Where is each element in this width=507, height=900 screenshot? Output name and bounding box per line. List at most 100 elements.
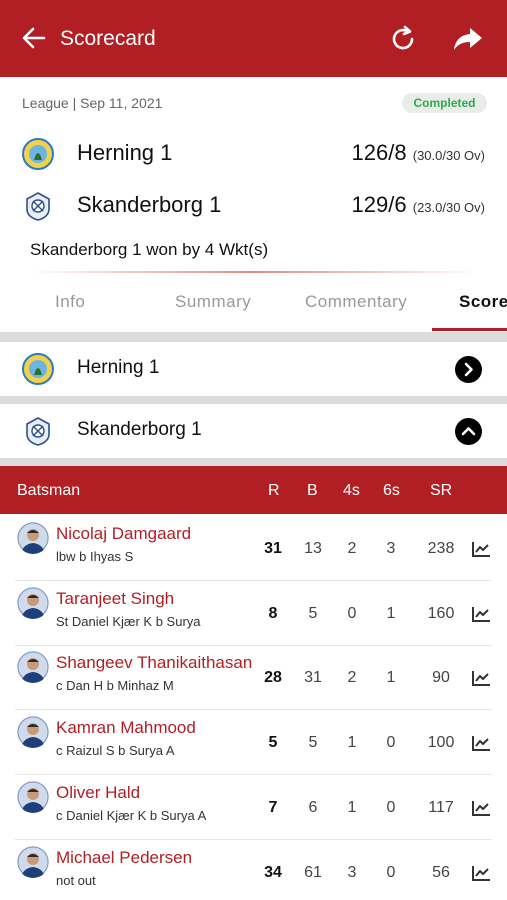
score-value: 129/6 (351, 192, 407, 217)
line-chart-icon[interactable] (471, 799, 491, 817)
team-score: 126/8 (30.0/30 Ov) (352, 140, 485, 166)
sixes-value: 0 (386, 863, 396, 881)
tab-score[interactable]: Score (459, 292, 507, 312)
batsman-name[interactable]: Nicolaj Damgaard (56, 524, 191, 544)
innings-row-skanderborg[interactable]: Skanderborg 1 (0, 404, 507, 458)
tab-bar: Info Summary Commentary Score (0, 276, 507, 332)
share-icon[interactable] (452, 24, 484, 54)
player-avatar-icon (17, 586, 49, 619)
overs-value: (23.0/30 Ov) (412, 200, 485, 215)
table-row: Shangeev Thanikaithasan c Dan H b Minhaz … (0, 645, 507, 711)
match-result: Skanderborg 1 won by 4 Wkt(s) (30, 240, 269, 259)
balls-value: 31 (304, 669, 322, 687)
col-runs: R (268, 482, 280, 499)
team-logo-icon (26, 417, 50, 446)
batsman-name[interactable]: Kamran Mahmood (56, 718, 196, 738)
player-avatar-icon (17, 845, 49, 878)
team-row-2: Skanderborg 1 129/6 (23.0/30 Ov) (0, 186, 507, 226)
fours-value: 1 (347, 734, 357, 752)
table-row: Taranjeet Singh St Daniel Kjær K b Surya 8… (0, 581, 507, 646)
fours-value: 2 (347, 669, 357, 687)
innings-team-name: Herning 1 (77, 357, 160, 378)
runs-value: 8 (268, 604, 278, 622)
table-row: Michael Pedersen not out 34 61 3 0 56 (0, 840, 507, 900)
player-avatar-icon (17, 651, 49, 684)
dismissal-text: lbw b Ihyas S (56, 549, 134, 564)
match-meta: League | Sep 11, 2021 (22, 95, 163, 111)
batting-table-header: Batsman R B 4s 6s SR (0, 466, 507, 514)
fours-value: 2 (347, 540, 357, 557)
table-row: Kamran Mahmood c Raizul S b Surya A 5 5 1 0 10… (0, 710, 507, 776)
dismissal-text: not out (56, 872, 96, 888)
player-avatar-icon (17, 716, 49, 749)
fours-value: 0 (347, 604, 357, 622)
chevron-right-icon[interactable] (455, 356, 482, 383)
line-chart-icon[interactable] (471, 669, 491, 687)
player-avatar-icon (17, 522, 49, 554)
section-gap (0, 332, 507, 342)
sixes-value: 1 (386, 604, 396, 622)
overs-value: (30.0/30 Ov) (412, 148, 485, 163)
dismissal-text: c Daniel Kjær K b Surya A (56, 807, 207, 823)
divider (30, 271, 477, 273)
team-name: Skanderborg 1 (77, 192, 222, 217)
team-score: 129/6 (23.0/30 Ov) (352, 192, 485, 218)
player-avatar-icon (17, 780, 49, 813)
line-chart-icon[interactable] (471, 540, 491, 558)
dismissal-text: c Dan H b Minhaz M (56, 678, 174, 694)
back-arrow-icon[interactable] (20, 24, 48, 52)
runs-value: 7 (268, 798, 278, 816)
innings-row-herning[interactable]: Herning 1 (0, 342, 507, 396)
section-gap (0, 396, 507, 404)
strike-rate-value: 100 (427, 734, 455, 752)
batsman-name[interactable]: Michael Pedersen (56, 848, 192, 868)
batsman-name[interactable]: Taranjeet Singh (56, 589, 174, 609)
balls-value: 61 (304, 863, 322, 881)
balls-value: 5 (308, 734, 318, 752)
sixes-value: 3 (386, 540, 396, 557)
col-balls: B (307, 482, 318, 499)
team-logo-icon (22, 353, 54, 385)
refresh-icon[interactable] (388, 24, 418, 54)
col-fours: 4s (343, 482, 360, 499)
runs-value: 34 (264, 863, 282, 881)
line-chart-icon[interactable] (471, 605, 491, 623)
strike-rate-value: 238 (427, 540, 455, 557)
col-sixes: 6s (383, 482, 400, 499)
runs-value: 31 (264, 540, 282, 557)
sixes-value: 0 (386, 734, 396, 752)
dismissal-text: St Daniel Kjær K b Surya (56, 613, 201, 629)
tab-info[interactable]: Info (55, 292, 85, 312)
section-gap (0, 458, 507, 466)
chevron-up-icon[interactable] (455, 418, 482, 445)
team-logo-icon (26, 192, 50, 221)
strike-rate-value: 117 (428, 798, 454, 816)
sixes-value: 0 (386, 798, 396, 816)
strike-rate-value: 90 (432, 669, 450, 687)
tab-commentary[interactable]: Commentary (305, 292, 407, 312)
line-chart-icon[interactable] (471, 734, 491, 752)
col-batsman: Batsman (17, 482, 81, 499)
line-chart-icon[interactable] (471, 864, 491, 882)
status-badge: Completed (402, 93, 487, 113)
balls-value: 6 (308, 798, 318, 816)
table-row: Oliver Hald c Daniel Kjær K b Surya A 7 6 1 0… (0, 775, 507, 840)
fours-value: 1 (347, 798, 357, 816)
batsman-name[interactable]: Shangeev Thanikaithasan (56, 653, 252, 673)
col-strike-rate: SR (430, 482, 453, 499)
fours-value: 3 (347, 863, 357, 881)
balls-value: 13 (304, 540, 322, 557)
strike-rate-value: 56 (432, 863, 450, 881)
batsman-name[interactable]: Oliver Hald (56, 783, 140, 803)
balls-value: 5 (308, 604, 318, 622)
tab-summary[interactable]: Summary (175, 292, 251, 312)
dismissal-text: c Raizul S b Surya A (56, 743, 175, 759)
team-row-1: Herning 1 126/8 (30.0/30 Ov) (0, 134, 507, 174)
page-title: Scorecard (60, 27, 156, 50)
team-logo-icon (22, 138, 54, 170)
sixes-value: 1 (386, 669, 396, 687)
runs-value: 28 (264, 669, 282, 687)
tab-active-indicator (432, 328, 507, 331)
runs-value: 5 (268, 734, 278, 752)
score-value: 126/8 (351, 140, 407, 165)
